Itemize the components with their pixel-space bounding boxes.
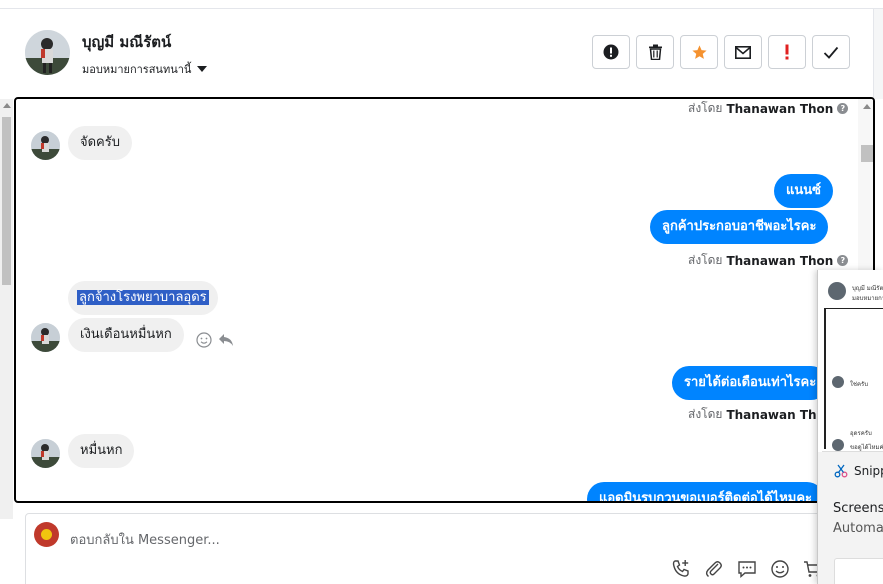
sent-by-label: ส่งโดย Thanawan Thon ? (688, 99, 849, 118)
page-scrollbar[interactable] (0, 99, 13, 519)
star-button[interactable] (680, 35, 718, 69)
star-icon (691, 44, 707, 59)
saved-replies-button[interactable] (736, 558, 758, 580)
sender-avatar[interactable] (31, 131, 60, 160)
message-incoming[interactable]: ลูกจ้างโรงพยาบาลอุดร (68, 281, 218, 315)
preview-message: ขอดูได้ไหมค่ะ (850, 444, 883, 451)
message-outgoing[interactable]: แอดมินรบกวนขอเบอร์ติดต่อได้ไหมคะ (587, 482, 825, 501)
composer-toolbar (670, 558, 824, 580)
message-outgoing[interactable]: แนนซ์ (774, 174, 833, 208)
reply-input[interactable]: ตอบกลับใน Messenger... (70, 529, 220, 550)
priority-icon (785, 44, 789, 60)
preview-name: บุญมี มณีรัตน์ (852, 285, 883, 292)
contact-name[interactable]: บุญมี มณีรัตน์ (82, 30, 171, 54)
mail-icon (735, 45, 751, 59)
contact-avatar[interactable] (25, 30, 70, 75)
sender-avatar[interactable] (31, 439, 60, 468)
notification-action[interactable] (834, 558, 883, 584)
notification-subtitle: Automat (833, 521, 883, 536)
preview-avatar (832, 376, 844, 388)
conversation-scroll-thumb[interactable] (861, 145, 873, 162)
snipping-tool-notification[interactable]: บุญมี มณีรัตน์ มอบหมายการสน ใช่ครับ อุดร… (817, 270, 883, 584)
phone-plus-icon (672, 560, 689, 577)
mark-unread-button[interactable] (724, 35, 762, 69)
preview-subtitle: มอบหมายการสน (852, 295, 883, 302)
preview-message: อุดรครับ (850, 430, 872, 437)
message-incoming[interactable]: หมื่นหก (68, 434, 135, 468)
preview-avatar (828, 282, 846, 300)
top-divider (0, 0, 883, 9)
assign-label: มอบหมายการสนทนานี้ (82, 63, 192, 76)
messenger-inbox-page: บุญมี มณีรัตน์ มอบหมายการสนทนานี้ ส่งโดย… (0, 0, 883, 584)
page-avatar (34, 522, 59, 547)
info-icon[interactable]: ? (837, 255, 849, 266)
notification-title: Screensh (833, 501, 883, 516)
react-emoji-icon[interactable] (196, 332, 212, 348)
conversation-header: บุญมี มณีรัตน์ มอบหมายการสนทนานี้ (0, 10, 873, 96)
report-spam-button[interactable] (592, 35, 630, 69)
paperclip-icon (705, 561, 722, 578)
mark-done-button[interactable] (812, 35, 850, 69)
reply-composer: ตอบกลับใน Messenger... (25, 513, 825, 584)
delete-button[interactable] (636, 35, 674, 69)
app-name: Snipp (854, 464, 883, 478)
emoji-icon (771, 560, 789, 578)
message-outgoing[interactable]: ลูกค้าประกอบอาชีพอะไรคะ (650, 210, 829, 244)
preview-message: ใช่ครับ (850, 381, 869, 388)
saved-reply-icon (738, 561, 756, 579)
reply-icon[interactable] (218, 332, 234, 348)
sent-by-prefix: ส่งโดย (688, 253, 723, 267)
agent-name: Thanawan Thon (726, 253, 834, 268)
selected-text[interactable]: ลูกจ้างโรงพยาบาลอุดร (77, 290, 209, 305)
preview-divider (824, 308, 883, 309)
sent-by-prefix: ส่งโดย (688, 407, 723, 421)
message-incoming[interactable]: เงินเดือนหมื่นหก (68, 318, 184, 352)
emoji-button[interactable] (769, 558, 791, 580)
sent-by-prefix: ส่งโดย (688, 101, 723, 115)
header-actions (592, 35, 850, 69)
caret-down-icon (197, 66, 208, 72)
scissors-icon (834, 464, 848, 478)
assign-conversation-dropdown[interactable]: มอบหมายการสนทนานี้ (82, 60, 208, 78)
scroll-up-arrow-icon[interactable] (863, 104, 871, 109)
message-outgoing[interactable]: รายได้ต่อเดือนเท่าไรคะ (672, 366, 829, 400)
call-button[interactable] (670, 558, 692, 580)
report-spam-icon (603, 44, 619, 60)
preview-avatar (832, 439, 844, 451)
page-scroll-thumb[interactable] (2, 117, 11, 285)
attach-button[interactable] (703, 558, 725, 580)
snipping-tool-app-label: Snipp (834, 464, 883, 478)
priority-button[interactable] (768, 35, 806, 69)
message-incoming[interactable]: จัดครับ (68, 126, 132, 160)
info-icon[interactable]: ? (837, 103, 849, 114)
conversation-panel: ส่งโดย Thanawan Thon ? จัดครับ แนนซ์ ลูก… (14, 97, 875, 503)
trash-icon (648, 44, 662, 60)
sent-by-label: ส่งโดย Thanawan Thon ? (688, 251, 849, 270)
agent-name: Thanawan Thon (726, 101, 834, 116)
scroll-up-arrow-icon[interactable] (3, 103, 11, 108)
preview-border (824, 309, 826, 449)
right-edge-panel (873, 9, 883, 99)
check-icon (823, 46, 839, 59)
screenshot-preview[interactable]: บุญมี มณีรัตน์ มอบหมายการสน ใช่ครับ อุดร… (822, 276, 883, 452)
sender-avatar[interactable] (31, 323, 60, 352)
notification-body: Snipp Screensh Automat (818, 452, 883, 584)
